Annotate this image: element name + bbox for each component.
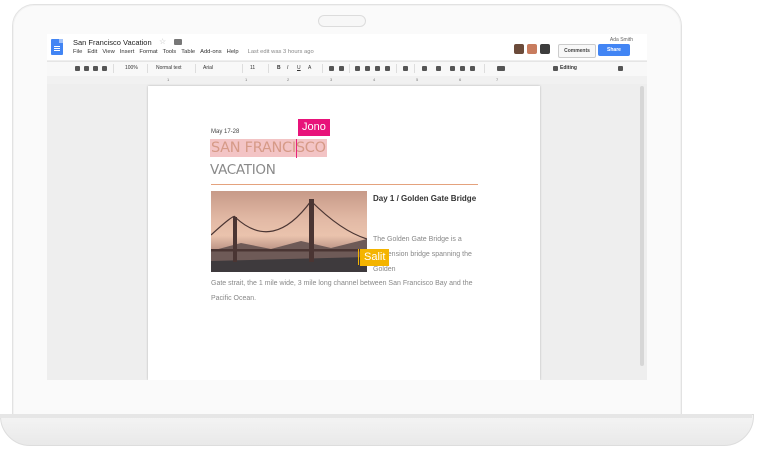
input-tools-icon[interactable] [497, 66, 505, 71]
heading-vacation[interactable]: VACATION [210, 161, 276, 179]
menu-edit[interactable]: Edit [87, 49, 97, 55]
collaborator-flag-jono: Jono [298, 119, 330, 136]
formatting-toolbar: 100% Normal text Arial 11 B I U A Editin… [47, 61, 647, 77]
menu-format[interactable]: Format [139, 49, 157, 55]
comments-button[interactable]: Comments [558, 44, 596, 58]
align-center-icon[interactable] [365, 66, 370, 71]
ruler: 1 1 2 3 4 5 6 7 [47, 76, 647, 84]
user-name[interactable]: Ada Smith [610, 37, 633, 43]
clear-formatting-icon[interactable] [470, 66, 475, 71]
laptop-hinge [0, 414, 752, 418]
style-select[interactable]: Normal text [156, 65, 182, 71]
zoom-select[interactable]: 100% [125, 65, 138, 71]
docs-logo-icon[interactable] [51, 39, 63, 55]
print-icon[interactable] [75, 66, 80, 71]
collapse-icon[interactable] [618, 66, 623, 71]
document-title[interactable]: San Francisco Vacation [73, 38, 152, 47]
golden-gate-photo[interactable] [211, 191, 367, 272]
bulleted-list-icon[interactable] [436, 66, 441, 71]
collaborator-avatar[interactable] [514, 44, 524, 54]
menu-view[interactable]: View [102, 49, 114, 55]
font-size-select[interactable]: 11 [250, 65, 255, 71]
day-body-paragraph-continued[interactable]: Gate strait, the 1 mile wide, 3 mile lon… [211, 276, 481, 306]
undo-icon[interactable] [84, 66, 89, 71]
menu-add-ons[interactable]: Add-ons [200, 49, 222, 55]
italic-button[interactable]: I [287, 65, 288, 71]
editing-mode-select[interactable]: Editing [560, 65, 577, 71]
vertical-scrollbar[interactable] [640, 86, 644, 366]
justify-icon[interactable] [385, 66, 390, 71]
day-body-paragraph[interactable]: The Golden Gate Bridge is a suspension b… [373, 232, 483, 277]
comment-icon[interactable] [339, 66, 344, 71]
collaborator-flag-salit: Salit [360, 249, 390, 266]
share-button[interactable]: Share [598, 44, 630, 56]
collaborator-cursor-salit [358, 249, 359, 265]
collaborator-avatar[interactable] [527, 44, 537, 54]
numbered-list-icon[interactable] [422, 66, 427, 71]
text-color-button[interactable]: A [308, 65, 311, 71]
underline-button[interactable]: U [297, 65, 301, 71]
pencil-icon[interactable] [553, 66, 558, 71]
decrease-indent-icon[interactable] [450, 66, 455, 71]
menu-table[interactable]: Table [181, 49, 195, 55]
laptop-camera [318, 15, 366, 27]
line-spacing-icon[interactable] [403, 66, 408, 71]
menu-bar: File Edit View Insert Format Tools Table… [73, 49, 314, 55]
menu-insert[interactable]: Insert [120, 49, 135, 55]
link-icon[interactable] [329, 66, 334, 71]
last-edit-status[interactable]: Last edit was 3 hours ago [248, 49, 314, 55]
day-title[interactable]: Day 1 / Golden Gate Bridge [373, 191, 483, 207]
align-left-icon[interactable] [355, 66, 360, 71]
folder-icon[interactable] [174, 39, 182, 45]
font-select[interactable]: Arial [203, 65, 213, 71]
star-icon[interactable]: ☆ [159, 37, 166, 46]
increase-indent-icon[interactable] [460, 66, 465, 71]
collaborator-avatar[interactable] [540, 44, 550, 54]
bold-button[interactable]: B [277, 65, 281, 71]
golden-gate-bridge-illustration [211, 199, 367, 272]
menu-help[interactable]: Help [227, 49, 239, 55]
document-page[interactable]: May 17-28 SAN FRANCISCO Jono VACATION Da… [148, 86, 540, 380]
align-right-icon[interactable] [375, 66, 380, 71]
laptop-base [0, 414, 754, 446]
divider-line [211, 184, 478, 185]
menu-tools[interactable]: Tools [163, 49, 177, 55]
redo-icon[interactable] [93, 66, 98, 71]
docs-header: San Francisco Vacation ☆ File Edit View … [47, 34, 647, 60]
collaborator-cursor-jono [296, 139, 297, 158]
menu-file[interactable]: File [73, 49, 82, 55]
date-range[interactable]: May 17-28 [211, 129, 239, 135]
paint-format-icon[interactable] [102, 66, 107, 71]
heading-san-francisco[interactable]: SAN FRANCISCO [210, 139, 327, 157]
docs-screen: San Francisco Vacation ☆ File Edit View … [47, 34, 647, 380]
